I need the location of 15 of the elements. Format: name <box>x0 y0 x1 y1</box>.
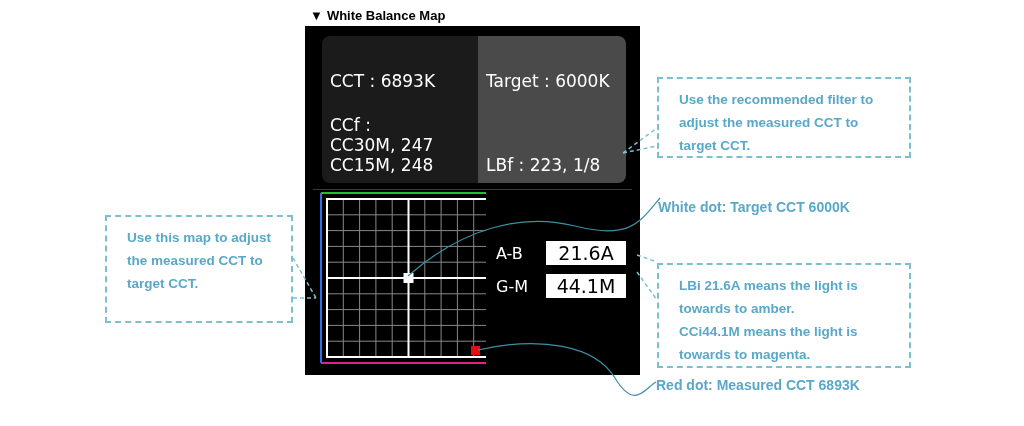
callout-text: Use this map to adjust the measured CCT to target CCT. <box>127 229 273 293</box>
callout-text: LBi 21.6A means the light is towards to amber. CCi44.1M means the light is towards to magenta. <box>679 277 859 364</box>
callout-text: Red dot: Measured CCT 6893K <box>656 376 860 395</box>
triangle-icon: ▼ <box>310 7 323 23</box>
axis-label: A-B <box>496 243 524 263</box>
readout-cell: LBf : 223, 1/8 <box>478 105 626 183</box>
readout-cell: Target : 6000K <box>478 36 626 105</box>
section-title: White Balance Map <box>326 7 446 23</box>
callout-text: Use the recommended filter to adjust the measured CCT to target CCT. <box>679 91 875 155</box>
callout-text: White dot: Target CCT 6000K <box>658 198 850 217</box>
readout-cell: CCf : CC30M, 247 CC15M, 248 <box>322 105 478 183</box>
axis-value: 21.6A <box>546 241 626 265</box>
axis-value: 44.1M <box>546 274 626 298</box>
readout-cell: CCT : 6893K <box>322 36 478 105</box>
axis-label: G-M <box>496 276 529 296</box>
